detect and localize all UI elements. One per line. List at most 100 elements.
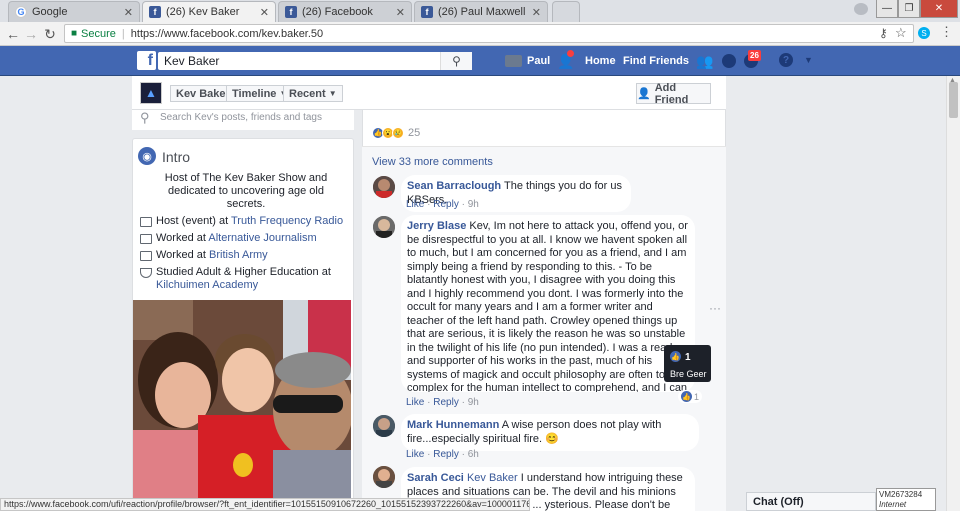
notification-badge: 26 xyxy=(748,50,761,61)
google-icon: G xyxy=(15,6,27,18)
profile-link[interactable]: Paul xyxy=(527,55,550,67)
user-icon[interactable] xyxy=(854,3,868,15)
sad-reaction-icon: 😢 xyxy=(392,127,404,139)
search-icon[interactable]: ⚲ xyxy=(440,52,472,70)
close-icon[interactable]: ✕ xyxy=(124,6,133,19)
messenger-icon[interactable] xyxy=(722,54,736,68)
view-more-comments-link[interactable]: View 33 more comments xyxy=(372,156,493,168)
like-link[interactable]: Like xyxy=(406,397,424,408)
home-link[interactable]: Home xyxy=(585,55,616,67)
minimize-button[interactable]: — xyxy=(876,0,898,18)
comment-actions: Like · Reply · 9h xyxy=(406,397,479,408)
briefcase-icon xyxy=(140,251,152,261)
maximize-button[interactable]: ❐ xyxy=(898,0,920,18)
star-icon[interactable]: ☆ xyxy=(895,25,907,41)
commenter-name[interactable]: Sarah Ceci xyxy=(407,472,464,484)
scrollbar-thumb[interactable] xyxy=(949,82,958,118)
close-icon[interactable]: ✕ xyxy=(396,6,405,19)
lock-icon: ■ xyxy=(71,28,78,39)
reply-link[interactable]: Reply xyxy=(433,449,459,460)
forward-icon[interactable]: → xyxy=(22,25,40,43)
back-icon[interactable]: ← xyxy=(4,25,22,43)
close-icon[interactable]: ✕ xyxy=(260,6,269,19)
briefcase-icon xyxy=(140,234,152,244)
commenter-name[interactable]: Jerry Blase xyxy=(407,220,466,232)
chevron-down-icon: ▼ xyxy=(328,89,337,98)
find-friends-link[interactable]: Find Friends xyxy=(623,55,689,67)
avatar[interactable] xyxy=(373,216,395,238)
briefcase-icon xyxy=(140,217,152,227)
friends-icon[interactable]: 👥 xyxy=(696,53,713,70)
search-posts-input[interactable]: ⚲ Search Kev's posts, friends and tags xyxy=(132,110,354,130)
featured-photo[interactable] xyxy=(133,300,351,511)
tab-paul-maxwell[interactable]: f (26) Paul Maxwell ✕ xyxy=(414,1,548,22)
facebook-icon: f xyxy=(421,6,433,18)
profile-thumbnail[interactable]: ▲ xyxy=(140,82,162,104)
globe-icon: ◉ xyxy=(138,147,156,165)
comment-actions: Like · Reply · 6h xyxy=(406,449,479,460)
intro-title: Intro xyxy=(162,149,191,165)
vm-badge: VM2673284 Internet access xyxy=(876,488,936,511)
comment-actions: Like · Reply · 9h xyxy=(406,199,479,210)
avatar[interactable] xyxy=(373,176,395,198)
tab-google[interactable]: G Google ✕ xyxy=(8,1,140,22)
facebook-icon: f xyxy=(149,6,161,18)
close-icon[interactable]: ✕ xyxy=(532,6,541,19)
graduation-cap-icon xyxy=(140,268,152,278)
smile-emoji-icon: 😊 xyxy=(545,432,559,445)
status-bar-url: https://www.facebook.com/ufi/reaction/pr… xyxy=(0,498,530,511)
tagged-user[interactable]: Kev Baker xyxy=(467,472,518,484)
search-input[interactable]: Kev Baker xyxy=(158,52,472,70)
add-user-icon: 👤 xyxy=(637,88,651,100)
like-icon: 👍 xyxy=(681,391,692,402)
intro-fact: Host (event) at Truth Frequency Radio xyxy=(140,215,352,228)
avatar[interactable] xyxy=(373,415,395,437)
like-link[interactable]: Like xyxy=(406,199,424,210)
scrollbar[interactable] xyxy=(946,76,960,511)
tab-kev-baker[interactable]: f (26) Kev Baker ✕ xyxy=(142,1,276,22)
recent-tab[interactable]: Recent ▼ xyxy=(283,85,343,102)
like-link[interactable]: Like xyxy=(406,449,424,460)
close-window-button[interactable]: ✕ xyxy=(920,0,958,18)
url-field[interactable]: ■ Secure | https://www.facebook.com/kev.… xyxy=(64,24,914,43)
more-options-icon[interactable]: ··· xyxy=(709,301,721,315)
reply-link[interactable]: Reply xyxy=(433,199,459,210)
commenter-name[interactable]: Sean Barraclough xyxy=(407,180,501,192)
commenter-name[interactable]: Mark Hunnemann xyxy=(407,419,499,431)
tooltip-count: 1 xyxy=(685,352,691,363)
reload-icon[interactable]: ↻ xyxy=(41,25,59,43)
tooltip-name: Bre Geer xyxy=(670,369,707,379)
comment-bubble: Mark Hunnemann A wise person does not pl… xyxy=(401,414,699,451)
new-tab-button[interactable] xyxy=(552,1,580,22)
search-icon: ⚲ xyxy=(140,110,150,125)
intro-fact: Studied Adult & Higher Education at Kilc… xyxy=(140,266,352,292)
fact-link[interactable]: Truth Frequency Radio xyxy=(231,215,343,227)
chat-bar[interactable]: Chat (Off) xyxy=(746,492,876,511)
avatar[interactable] xyxy=(373,466,395,488)
reaction-summary[interactable]: 👍 😮 😢 25 xyxy=(372,127,420,139)
help-icon[interactable]: ? xyxy=(779,53,793,67)
key-icon[interactable]: ⚷ xyxy=(879,26,888,40)
avatar-photo xyxy=(373,176,395,198)
like-icon: 👍 xyxy=(670,351,681,362)
facebook-logo[interactable]: f xyxy=(137,51,156,70)
fact-link[interactable]: Alternative Journalism xyxy=(208,232,316,244)
chevron-down-icon[interactable]: ▼ xyxy=(804,55,813,65)
comment-like-count[interactable]: 👍 1 xyxy=(678,390,703,403)
avatar[interactable] xyxy=(505,55,522,67)
avatar-photo xyxy=(373,415,395,437)
tab-facebook[interactable]: f (26) Facebook ✕ xyxy=(278,1,412,22)
intro-fact: Worked at Alternative Journalism xyxy=(140,232,352,245)
skype-icon[interactable]: S xyxy=(918,27,930,39)
fact-link[interactable]: British Army xyxy=(209,249,268,261)
add-friend-button[interactable]: 👤 Add Friend xyxy=(636,82,711,106)
reply-link[interactable]: Reply xyxy=(433,397,459,408)
menu-icon[interactable]: ⋮ xyxy=(940,24,953,40)
facebook-icon: f xyxy=(285,6,297,18)
avatar-photo xyxy=(373,466,395,488)
fact-link[interactable]: Kilchuimen Academy xyxy=(156,279,258,291)
intro-fact: Worked at British Army xyxy=(140,249,352,262)
avatar-photo xyxy=(373,216,395,238)
notification-dot xyxy=(567,50,574,57)
comment-text: Kev, Im not here to attack you, offend y… xyxy=(407,220,688,392)
